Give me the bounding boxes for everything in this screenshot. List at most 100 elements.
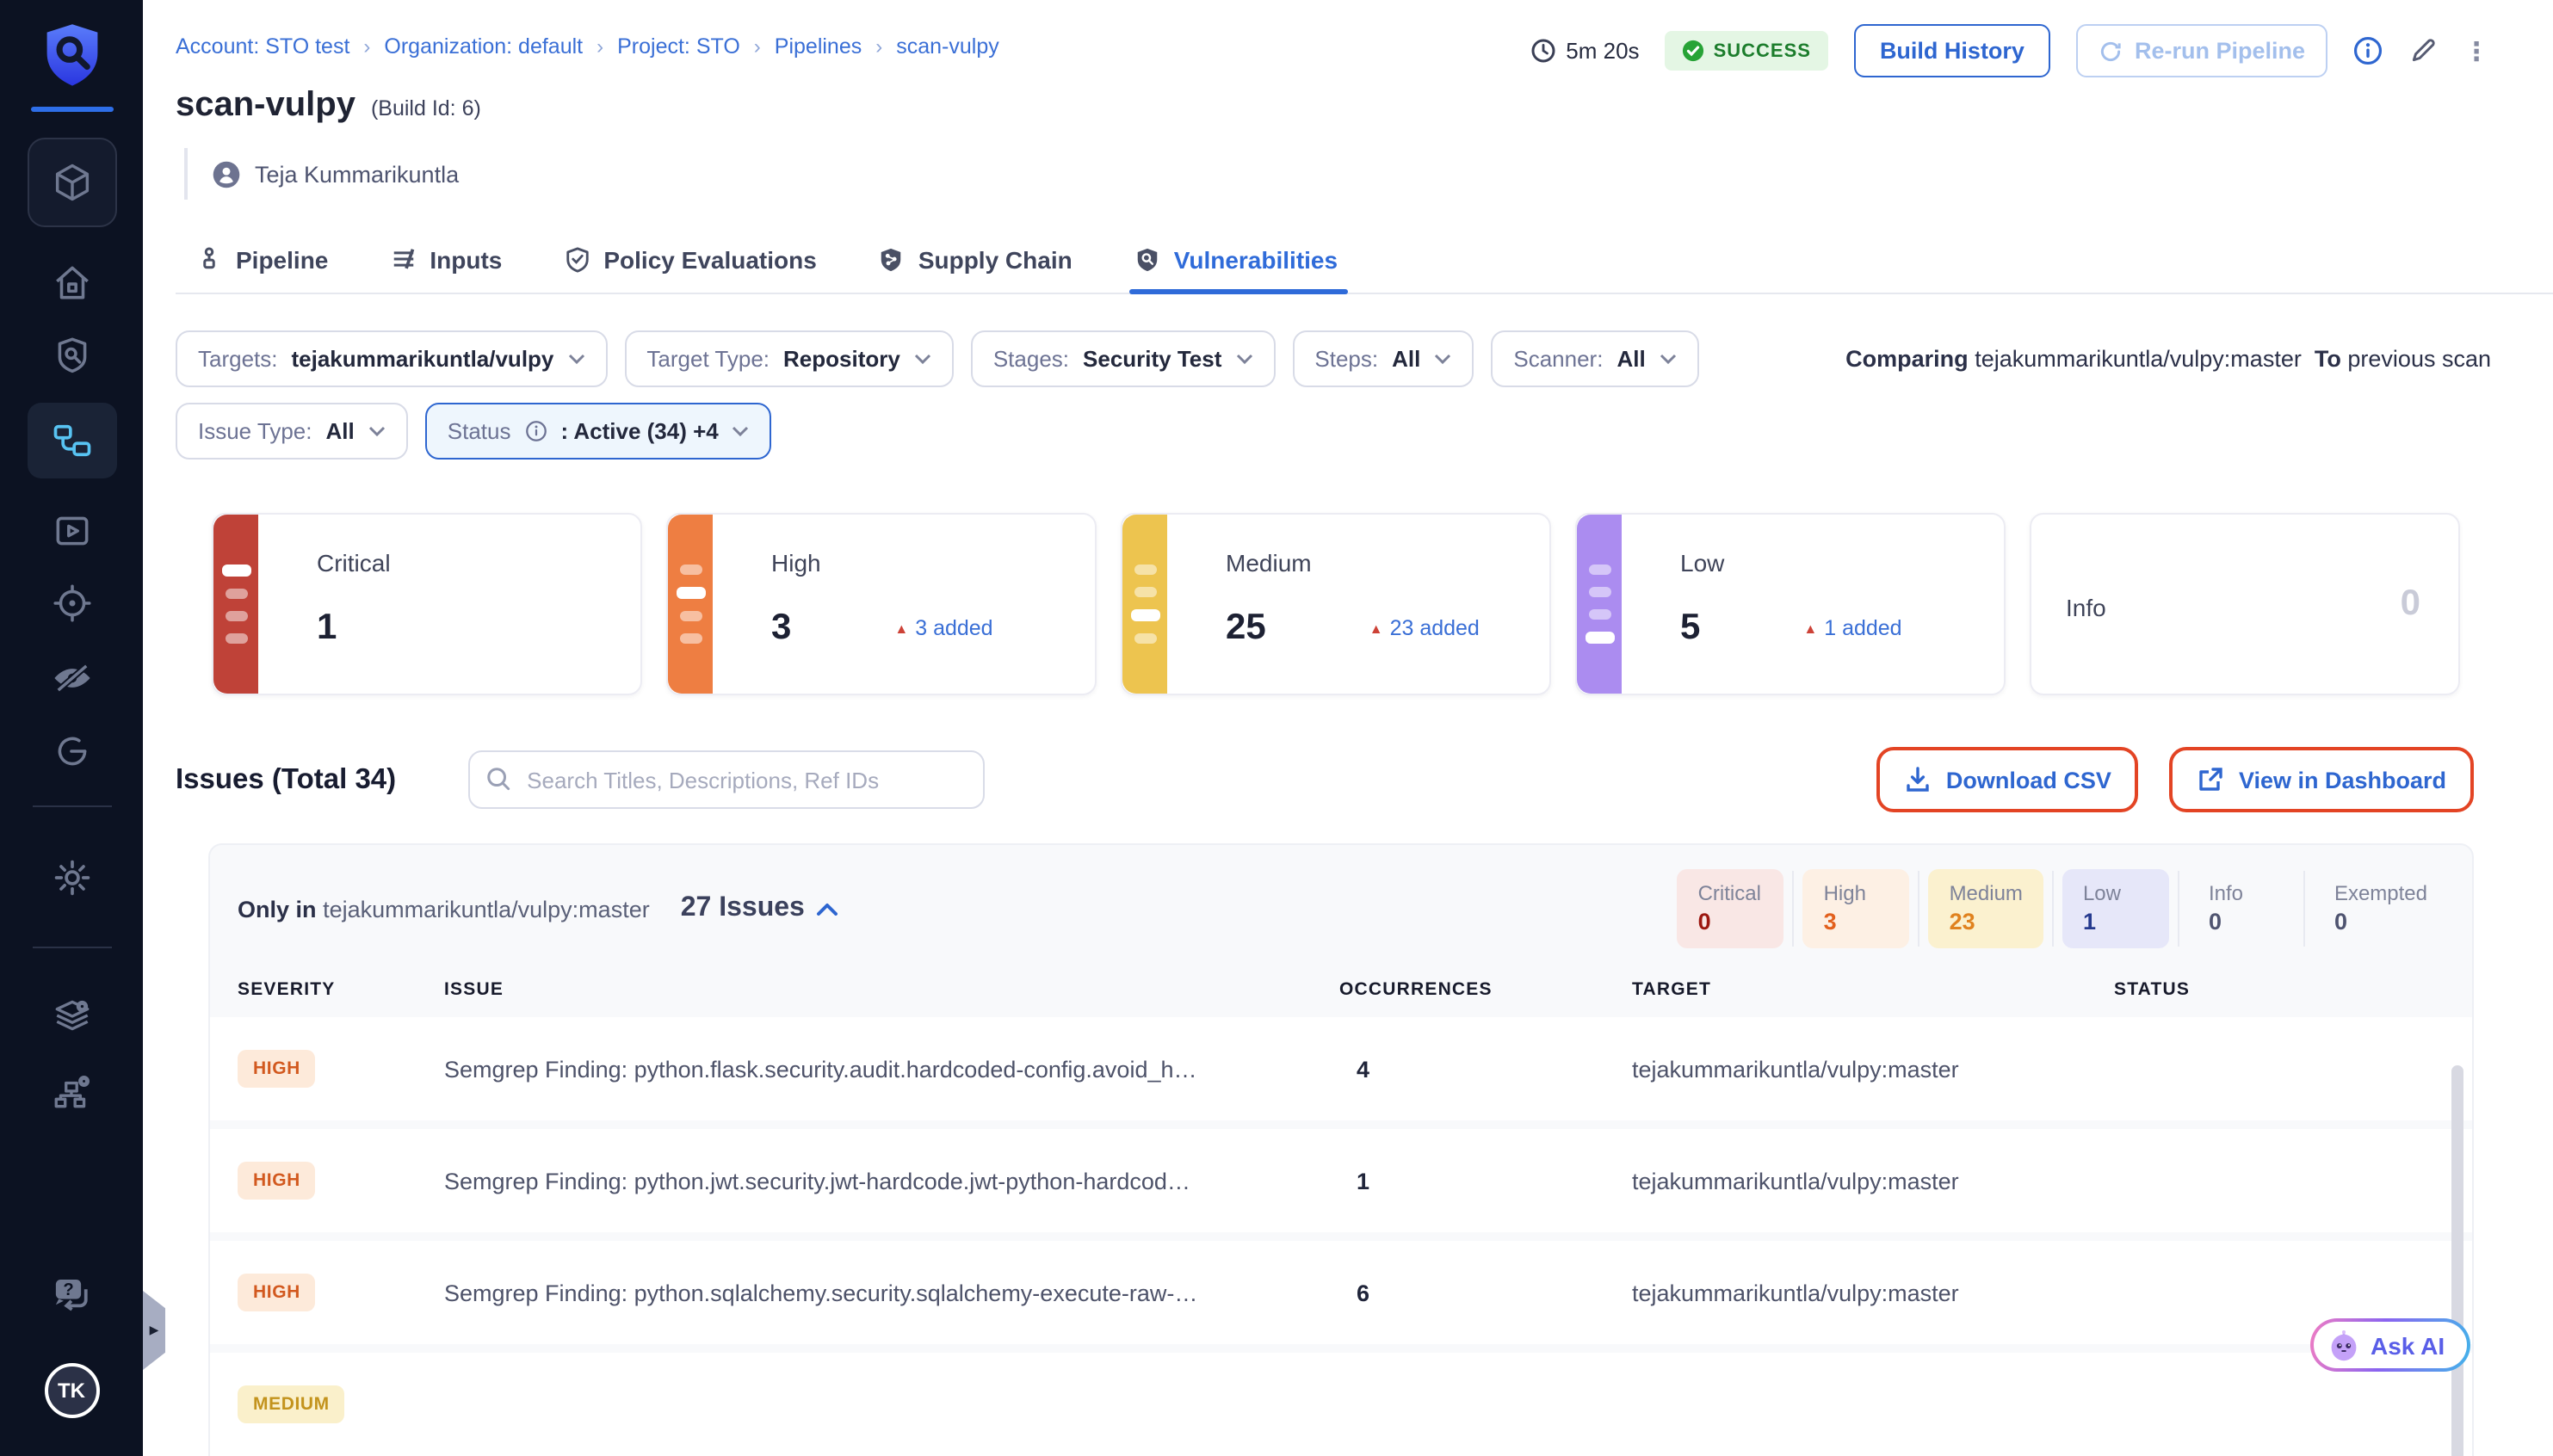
external-link-icon [2198, 766, 2225, 793]
topbar-actions: 5m 20s SUCCESS Build History Re-run Pipe… [1530, 24, 2491, 77]
tab-inputs[interactable]: Inputs [390, 225, 502, 293]
sidebar-item-targets[interactable] [50, 582, 93, 625]
breadcrumb-current[interactable]: scan-vulpy [896, 34, 999, 59]
sidebar-item-module-cube[interactable] [27, 138, 116, 227]
sidebar-item-exemptions[interactable] [50, 730, 93, 773]
chip-info[interactable]: Info0 [2188, 869, 2295, 948]
left-nav-sidebar: ? TK [0, 0, 143, 1456]
rerun-pipeline-button[interactable]: Re-run Pipeline [2076, 24, 2327, 77]
view-in-dashboard-button[interactable]: View in Dashboard [2170, 747, 2474, 812]
chip-exempted[interactable]: Exempted0 [2314, 869, 2448, 948]
table-scrollbar[interactable] [2451, 1065, 2463, 1456]
info-icon [524, 420, 547, 442]
chip-high[interactable]: High3 [1803, 869, 1910, 948]
issues-table-header: SEVERITY ISSUE OCCURRENCES TARGET STATUS [210, 959, 2472, 1017]
sidebar-item-executions[interactable] [50, 509, 93, 552]
breadcrumb-separator: › [597, 34, 603, 59]
sidebar-item-test-targets[interactable] [50, 334, 93, 377]
filters-section: Targets:tejakummarikuntla/vulpy Target T… [176, 330, 2491, 460]
breadcrumb-separator: › [875, 34, 882, 59]
sidebar-item-governance-hierarchy[interactable] [50, 1070, 93, 1114]
issues-panel: Only in tejakummarikuntla/vulpy:master 2… [208, 843, 2474, 1456]
severity-badge: HIGH [238, 1162, 316, 1200]
ai-mascot-icon [2327, 1329, 2360, 1361]
inputs-icon [390, 246, 416, 272]
author-name: Teja Kummarikuntla [255, 161, 459, 187]
search-input[interactable] [468, 750, 985, 809]
increase-triangle-icon: ▲ [1803, 620, 1817, 636]
chevron-down-icon [1434, 353, 1451, 365]
tab-pipeline[interactable]: Pipeline [196, 225, 328, 293]
pipeline-name: scan-vulpy [176, 86, 355, 126]
filter-targets[interactable]: Targets:tejakummarikuntla/vulpy [176, 330, 607, 387]
issue-target: tejakummarikuntla/vulpy:master [1632, 1280, 2114, 1305]
issue-title: Semgrep Finding: python.jwt.security.jwt… [444, 1168, 1339, 1194]
filter-target-type[interactable]: Target Type:Repository [624, 330, 953, 387]
severity-badge: HIGH [238, 1050, 316, 1088]
person-icon [212, 159, 241, 188]
occurrences: 1 [1339, 1168, 1632, 1194]
issue-title: Semgrep Finding: python.sqlalchemy.secur… [444, 1280, 1339, 1305]
group-issue-count[interactable]: 27 Issues [681, 893, 839, 924]
filter-issue-type[interactable]: Issue Type:All [176, 403, 408, 460]
sidebar-item-settings-gear[interactable] [49, 855, 94, 900]
breadcrumb-account[interactable]: Account: STO test [176, 34, 349, 59]
breadcrumb-org[interactable]: Organization: default [384, 34, 583, 59]
sidebar-item-default-settings-layers[interactable] [50, 995, 93, 1038]
severity-card-critical[interactable]: Critical 1 [212, 513, 642, 695]
chip-low[interactable]: Low1 [2062, 869, 2169, 948]
breadcrumb-separator: › [363, 34, 370, 59]
filter-stages[interactable]: Stages:Security Test [971, 330, 1276, 387]
sidebar-divider [32, 805, 111, 807]
issue-target: tejakummarikuntla/vulpy:master [1632, 1056, 2114, 1082]
chip-medium[interactable]: Medium23 [1929, 869, 2043, 948]
tab-policy-evaluations[interactable]: Policy Evaluations [564, 225, 816, 293]
check-circle-icon [1683, 40, 1705, 62]
tab-vulnerabilities[interactable]: Vulnerabilities [1134, 225, 1338, 293]
main-content: Account: STO test › Organization: defaul… [143, 0, 2553, 1456]
user-avatar[interactable]: TK [44, 1363, 99, 1418]
issue-row-partial[interactable]: MEDIUM [210, 1353, 2472, 1456]
issues-search [468, 750, 985, 809]
breadcrumb-project[interactable]: Project: STO [617, 34, 740, 59]
sidebar-divider [32, 947, 111, 948]
author-row: Teja Kummarikuntla [184, 148, 459, 200]
pipeline-icon [196, 246, 222, 272]
search-icon [485, 766, 511, 792]
severity-badge: HIGH [238, 1274, 316, 1311]
filter-steps[interactable]: Steps:All [1292, 330, 1474, 387]
sto-vulnerabilities-page: ? TK ▶ Account: STO test › Organization:… [0, 0, 2553, 1456]
sto-shield-logo-icon[interactable] [37, 21, 106, 93]
issue-row[interactable]: HIGH Semgrep Finding: python.sqlalchemy.… [210, 1241, 2472, 1344]
severity-card-info[interactable]: Info 0 [2030, 513, 2460, 695]
severity-card-high[interactable]: High 3 ▲3 added [666, 513, 1097, 695]
tab-supply-chain[interactable]: Supply Chain [879, 225, 1073, 293]
build-id: (Build Id: 6) [371, 96, 481, 120]
refresh-icon [2099, 39, 2123, 63]
severity-card-medium[interactable]: Medium 25 ▲23 added [1121, 513, 1551, 695]
severity-card-low[interactable]: Low 5 ▲1 added [1575, 513, 2006, 695]
more-menu-icon[interactable]: ⋮ [2463, 35, 2491, 66]
info-icon[interactable] [2353, 36, 2383, 65]
download-csv-button[interactable]: Download CSV [1877, 747, 2139, 812]
occurrences: 6 [1339, 1280, 1632, 1305]
chevron-down-icon [368, 425, 386, 437]
severity-badge: MEDIUM [238, 1385, 345, 1423]
severity-gauge-low [1577, 515, 1622, 694]
sidebar-item-baseline-eye-off[interactable] [49, 656, 94, 700]
severity-chip-row: Critical0 High3 Medium23 Low1 Info0 [1678, 869, 2448, 948]
issue-row[interactable]: HIGH Semgrep Finding: python.jwt.securit… [210, 1129, 2472, 1232]
build-history-button[interactable]: Build History [1854, 24, 2050, 77]
issue-row[interactable]: HIGH Semgrep Finding: python.flask.secur… [210, 1017, 2472, 1120]
filter-scanner[interactable]: Scanner:All [1491, 330, 1698, 387]
sidebar-item-pipelines-active[interactable] [27, 403, 116, 478]
chevron-down-icon [1235, 353, 1252, 365]
chip-critical[interactable]: Critical0 [1678, 869, 1784, 948]
build-duration: 5m 20s [1530, 38, 1639, 64]
edit-pencil-icon[interactable] [2408, 36, 2438, 65]
breadcrumb-pipelines[interactable]: Pipelines [775, 34, 862, 59]
filter-status[interactable]: Status : Active (34) +4 [425, 403, 772, 460]
ask-ai-button[interactable]: Ask AI [2310, 1318, 2470, 1372]
sidebar-item-home[interactable] [50, 262, 93, 305]
help-chat-icon[interactable]: ? [48, 1274, 95, 1317]
